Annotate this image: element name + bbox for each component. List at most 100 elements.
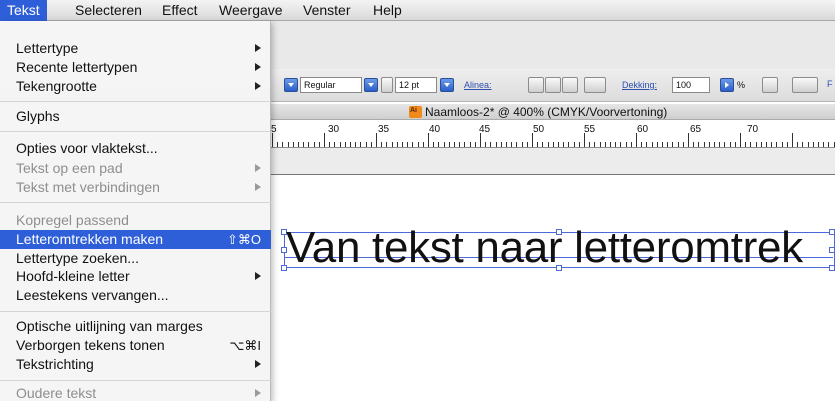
submenu-arrow-icon (255, 82, 261, 90)
menu-item-label: Lettertype zoeken... (16, 250, 139, 266)
ruler-tick (662, 142, 663, 147)
selection-handle[interactable] (829, 229, 835, 235)
ruler-label: 45 (479, 124, 491, 135)
ruler-tick (537, 142, 539, 147)
menu-item-lettertype[interactable]: Lettertype (0, 39, 271, 58)
ruler-tick (344, 142, 346, 147)
ruler-tick (802, 142, 804, 147)
ruler-tick (760, 142, 762, 147)
ruler-tick (750, 142, 752, 147)
submenu-arrow-icon (255, 360, 261, 368)
ruler-tick (714, 142, 715, 147)
align-left-icon[interactable] (528, 77, 544, 93)
menu-selecteren[interactable]: Selecteren (68, 0, 149, 21)
selection-handle[interactable] (829, 247, 835, 253)
ruler-tick (630, 142, 632, 147)
ruler-tick (745, 142, 747, 147)
opacity-dropdown-arrow[interactable] (720, 78, 734, 92)
menu-item-tekstrichting[interactable]: Tekstrichting (0, 355, 271, 374)
opacity-field[interactable]: 100 (672, 77, 710, 93)
ruler-tick (563, 142, 565, 147)
ruler-tick (578, 142, 580, 147)
ruler-tick (812, 142, 814, 147)
ruler-label: 40 (429, 124, 441, 135)
font-family-dropdown-arrow[interactable] (284, 78, 298, 92)
menu-item-verborgen-tekens-tonen[interactable]: Verborgen tekens tonen ⌥⌘I (0, 336, 271, 355)
font-size-stepper[interactable] (381, 77, 393, 93)
ruler-tick (542, 142, 544, 147)
ruler-tick (703, 142, 705, 147)
alinea-link[interactable]: Alinea: (464, 80, 492, 90)
menu-item-opties-voor-vlaktekst[interactable]: Opties voor vlaktekst... (0, 139, 271, 158)
font-size-dropdown-arrow[interactable] (440, 78, 454, 92)
menu-item-label: Letteromtrekken maken (16, 231, 164, 247)
menu-effect[interactable]: Effect (155, 0, 205, 21)
menu-item-optische-uitlijning[interactable]: Optische uitlijning van marges (0, 317, 271, 336)
submenu-arrow-icon (255, 389, 261, 397)
transform-reference-icon[interactable] (792, 77, 818, 93)
menu-item-label: Kopregel passend (16, 212, 129, 228)
ruler-tick (688, 133, 689, 147)
document-title[interactable]: Naamloos-2* @ 400% (CMYK/Voorvertoning) (425, 105, 667, 119)
menu-item-label: Tekst op een pad (16, 160, 123, 176)
menu-tekst[interactable]: Tekst (0, 0, 47, 21)
ruler-tick (792, 133, 793, 147)
ruler-label: 35 (378, 124, 390, 135)
ruler-tick (532, 133, 533, 147)
align-center-icon[interactable] (545, 77, 561, 93)
ruler-tick (568, 142, 570, 147)
ruler-tick (396, 142, 398, 147)
ruler-tick (464, 142, 466, 147)
recolor-artwork-icon[interactable] (762, 77, 778, 93)
ruler-tick (454, 142, 455, 147)
ruler-tick (589, 142, 591, 147)
percent-label: % (737, 80, 746, 90)
menu-item-letteromtrekken-maken[interactable]: Letteromtrekken maken ⇧⌘O (0, 230, 271, 249)
font-style-field[interactable]: Regular (300, 77, 362, 93)
menu-item-tekengrootte[interactable]: Tekengrootte (0, 77, 271, 96)
ruler-tick (506, 142, 507, 147)
envelope-warp-icon[interactable] (584, 77, 606, 93)
menu-help[interactable]: Help (366, 0, 409, 21)
ruler-tick (573, 142, 575, 147)
menu-item-lettertype-zoeken[interactable]: Lettertype zoeken... (0, 249, 271, 268)
menu-item-label: Verborgen tekens tonen (16, 337, 165, 353)
illustrator-document-icon (409, 106, 422, 118)
ruler-tick (324, 133, 325, 147)
ruler-tick (693, 142, 695, 147)
dekking-link[interactable]: Dekking: (622, 80, 657, 90)
menu-weergave[interactable]: Weergave (212, 0, 290, 21)
menu-item-kopregel-passend: Kopregel passend (0, 211, 271, 230)
ruler-tick (303, 142, 305, 147)
ruler-tick (698, 142, 700, 147)
ruler-tick (287, 142, 289, 147)
ruler-tick (412, 142, 414, 147)
ruler-tick (480, 133, 481, 147)
ruler-tick (443, 142, 445, 147)
ruler-tick (797, 142, 799, 147)
truncated-control-label[interactable]: F (827, 79, 833, 89)
menu-item-glyphs[interactable]: Glyphs (0, 107, 271, 126)
menu-item-label: Opties voor vlaktekst... (16, 140, 158, 156)
font-size-field[interactable]: 12 pt (395, 77, 437, 93)
menu-item-recente-lettertypen[interactable]: Recente lettertypen (0, 58, 271, 77)
menu-item-leestekens-vervangen[interactable]: Leestekens vervangen... (0, 286, 271, 305)
menu-item-label: Oudere tekst (16, 385, 97, 401)
ruler-tick (308, 142, 310, 147)
ruler-tick (646, 142, 648, 147)
ruler-tick (402, 142, 403, 147)
ruler-tick (719, 142, 721, 147)
font-style-dropdown-arrow[interactable] (364, 78, 378, 92)
align-right-icon[interactable] (562, 77, 578, 93)
menu-venster[interactable]: Venster (296, 0, 357, 21)
ruler-tick (422, 142, 424, 147)
ruler-tick (386, 142, 388, 147)
canvas-text-object[interactable]: Van tekst naar letteromtrek (286, 226, 803, 270)
menu-item-label: Recente lettertypen (16, 59, 138, 75)
ruler-tick (277, 142, 279, 147)
ruler-tick (755, 142, 757, 147)
menu-separator (0, 101, 271, 102)
menu-item-hoofd-kleine-letter[interactable]: Hoofd-kleine letter (0, 267, 271, 286)
selection-handle[interactable] (829, 265, 835, 271)
ruler-tick (360, 142, 362, 147)
